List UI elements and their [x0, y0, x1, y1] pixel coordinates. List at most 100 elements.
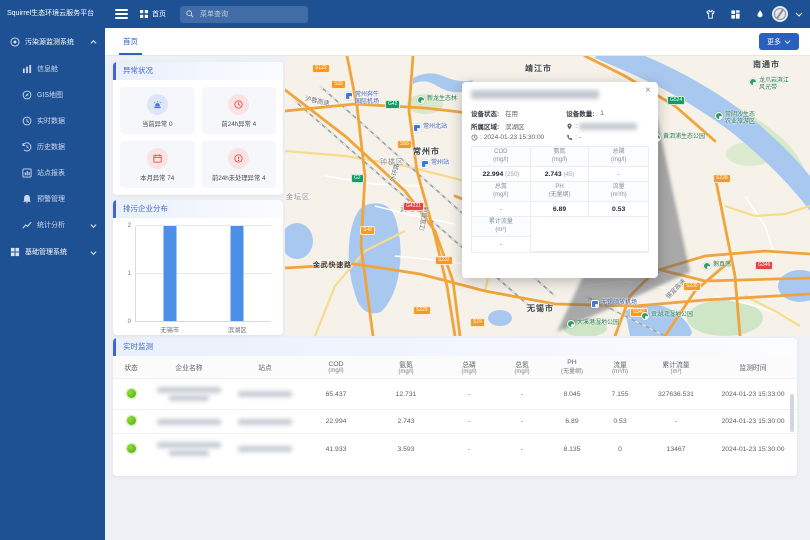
more-button[interactable]: 更多	[759, 33, 799, 50]
cell-total: -	[643, 410, 709, 434]
map-poi[interactable]: 鹅真荡	[703, 262, 731, 270]
search-icon	[186, 10, 194, 18]
cell-tp: -	[441, 434, 497, 465]
gis-map-icon	[22, 90, 32, 100]
x-tick: 滨湖区	[228, 325, 247, 334]
sidebar-item-4[interactable]: 站点报表	[0, 160, 105, 186]
table-row[interactable]: 65.43712.731--8.0457.155327636.5312024-0…	[113, 379, 797, 410]
alert-icon	[228, 148, 249, 169]
map-poi[interactable]: 黄泗浦生态公园	[653, 134, 705, 142]
clock-icon	[471, 134, 478, 141]
siren-icon	[147, 94, 168, 115]
phone-icon	[566, 134, 573, 141]
chevron-down-icon[interactable]	[795, 10, 803, 18]
cell-time: 2024-01-23 15:33:00	[709, 379, 797, 410]
station-name-redacted	[229, 434, 301, 465]
cell-total: 327636.531	[643, 379, 709, 410]
column-header: 总磷(mg/l)	[441, 356, 497, 379]
map-poi[interactable]: 常州奔牛国际机场	[345, 92, 379, 106]
status-dot	[127, 444, 136, 453]
road-shield: S58	[397, 140, 412, 149]
hamburger-menu-icon[interactable]	[115, 9, 128, 19]
column-header: 状态	[113, 356, 149, 379]
sidebar-item-0[interactable]: 信息舱	[0, 56, 105, 82]
map-label: 靖江市	[525, 63, 552, 74]
table-row[interactable]: 22.9942.743--6.890.53-2024-01-23 15:30:0…	[113, 410, 797, 434]
status-card-24h[interactable]: 前24h异常 4	[202, 87, 277, 134]
table-scrollbar[interactable]	[790, 394, 794, 432]
sidebar-item-3[interactable]: 历史数据	[0, 134, 105, 160]
cell-total: 13467	[643, 434, 709, 465]
poi-label: 黄泗浦生态公园	[663, 134, 705, 141]
poi-label: 常州站	[431, 160, 449, 167]
sidebar-item-1[interactable]: GIS地图	[0, 82, 105, 108]
column-header: 氨氮(mg/l)	[371, 356, 441, 379]
search-input[interactable]	[198, 10, 298, 19]
road-shield: S232	[435, 256, 453, 265]
park-poi-icon	[703, 262, 711, 270]
map-poi[interactable]: 常州站	[421, 160, 449, 168]
cell-nh3n: 3.593	[371, 434, 441, 465]
sidebar-item-label: 站点报表	[37, 168, 65, 178]
road-shield: S228	[713, 174, 731, 183]
chevron-down-icon	[784, 38, 791, 45]
cell-cod: 65.437	[301, 379, 371, 410]
cell-nh3n: 12.731	[371, 379, 441, 410]
skin-theme-icon[interactable]	[705, 9, 716, 20]
cell-tn: -	[497, 379, 547, 410]
bar-无锡市[interactable]	[163, 226, 176, 321]
map-poi[interactable]: 常阴沙生态农业旅游区	[715, 112, 755, 126]
map-canvas[interactable]: 常州市无锡市南通市靖江市钟楼区武进区金坛区金武快速路外环路江宜高速三环快速路锡宜…	[285, 56, 810, 336]
menu-search-box[interactable]	[180, 6, 308, 23]
panel-title: 异常状况	[113, 62, 283, 80]
sidebar-item-5[interactable]: 预警管理	[0, 186, 105, 212]
y-axis: 012	[121, 226, 133, 322]
sidebar-group-base-admin[interactable]: 基础管理系统	[0, 238, 105, 266]
y-tick: 1	[128, 271, 131, 277]
info-hub-icon	[22, 64, 32, 74]
sidebar-item-6[interactable]: 统计分析	[0, 212, 105, 238]
cell-nh3n: 2.743	[371, 410, 441, 434]
map-poi[interactable]: 无锡硕放机场	[591, 300, 637, 308]
breadcrumb[interactable]: 首页	[140, 9, 166, 19]
map-poi[interactable]: 贡湖湾湿地公园	[641, 312, 693, 320]
sidebar-item-2[interactable]: 实时数据	[0, 108, 105, 134]
location-pin-icon	[566, 123, 573, 130]
map-poi[interactable]: 大溪港湿地公园	[567, 320, 619, 328]
road-shield: S230	[683, 282, 701, 291]
column-header: PH(无量纲)	[547, 356, 597, 379]
home-grid-icon	[140, 10, 148, 18]
status-card-current[interactable]: 当前异常 0	[120, 87, 195, 134]
flame-icon[interactable]	[755, 8, 765, 20]
column-header: 总氮(mg/l)	[497, 356, 547, 379]
cell-tp: -	[441, 410, 497, 434]
map-poi[interactable]: 新龙生态林	[417, 96, 457, 104]
sidebar: Squirrel生态环境云服务平台 污染源监测系统 信息舱GIS地图实时数据历史…	[0, 0, 105, 540]
address-redacted	[579, 123, 637, 130]
tab-home[interactable]: 首页	[115, 28, 146, 55]
poi-label: 常阴沙生态农业旅游区	[725, 112, 755, 126]
cell-tp: -	[441, 379, 497, 410]
map-poi[interactable]: 龙爪岩滨江风光带	[749, 78, 789, 92]
tab-bar: 首页 更多	[105, 28, 810, 56]
bar-滨湖区[interactable]	[231, 226, 244, 321]
poi-label: 大溪港湿地公园	[577, 320, 619, 327]
road-shield: S48	[360, 226, 375, 235]
table-row[interactable]: 41.9333.593--8.1350134672024-01-23 15:30…	[113, 434, 797, 465]
station-report-icon	[22, 168, 32, 178]
status-card-unhandled[interactable]: 前24h未处理异常 4	[202, 141, 277, 188]
map-poi[interactable]: 常州北站	[413, 124, 447, 132]
close-icon[interactable]: ×	[645, 86, 651, 96]
realtime-monitor-panel: 实时监测 状态企业名称站点COD(mg/l)氨氮(mg/l)总磷(mg/l)总氮…	[113, 338, 797, 476]
radar-icon	[10, 37, 20, 47]
map-label: 沪蓉高速	[304, 94, 330, 108]
sidebar-item-label: 实时数据	[37, 116, 65, 126]
screen-layout-icon[interactable]	[730, 9, 741, 20]
user-avatar[interactable]	[772, 6, 788, 22]
grid-icon	[10, 247, 20, 257]
sidebar-group-pollution-monitor[interactable]: 污染源监测系统	[0, 28, 105, 56]
status-card-month[interactable]: 本月异常 74	[120, 141, 195, 188]
y-tick: 2	[128, 223, 131, 229]
road-shield: S39	[331, 80, 346, 89]
park-poi-icon	[715, 112, 723, 120]
